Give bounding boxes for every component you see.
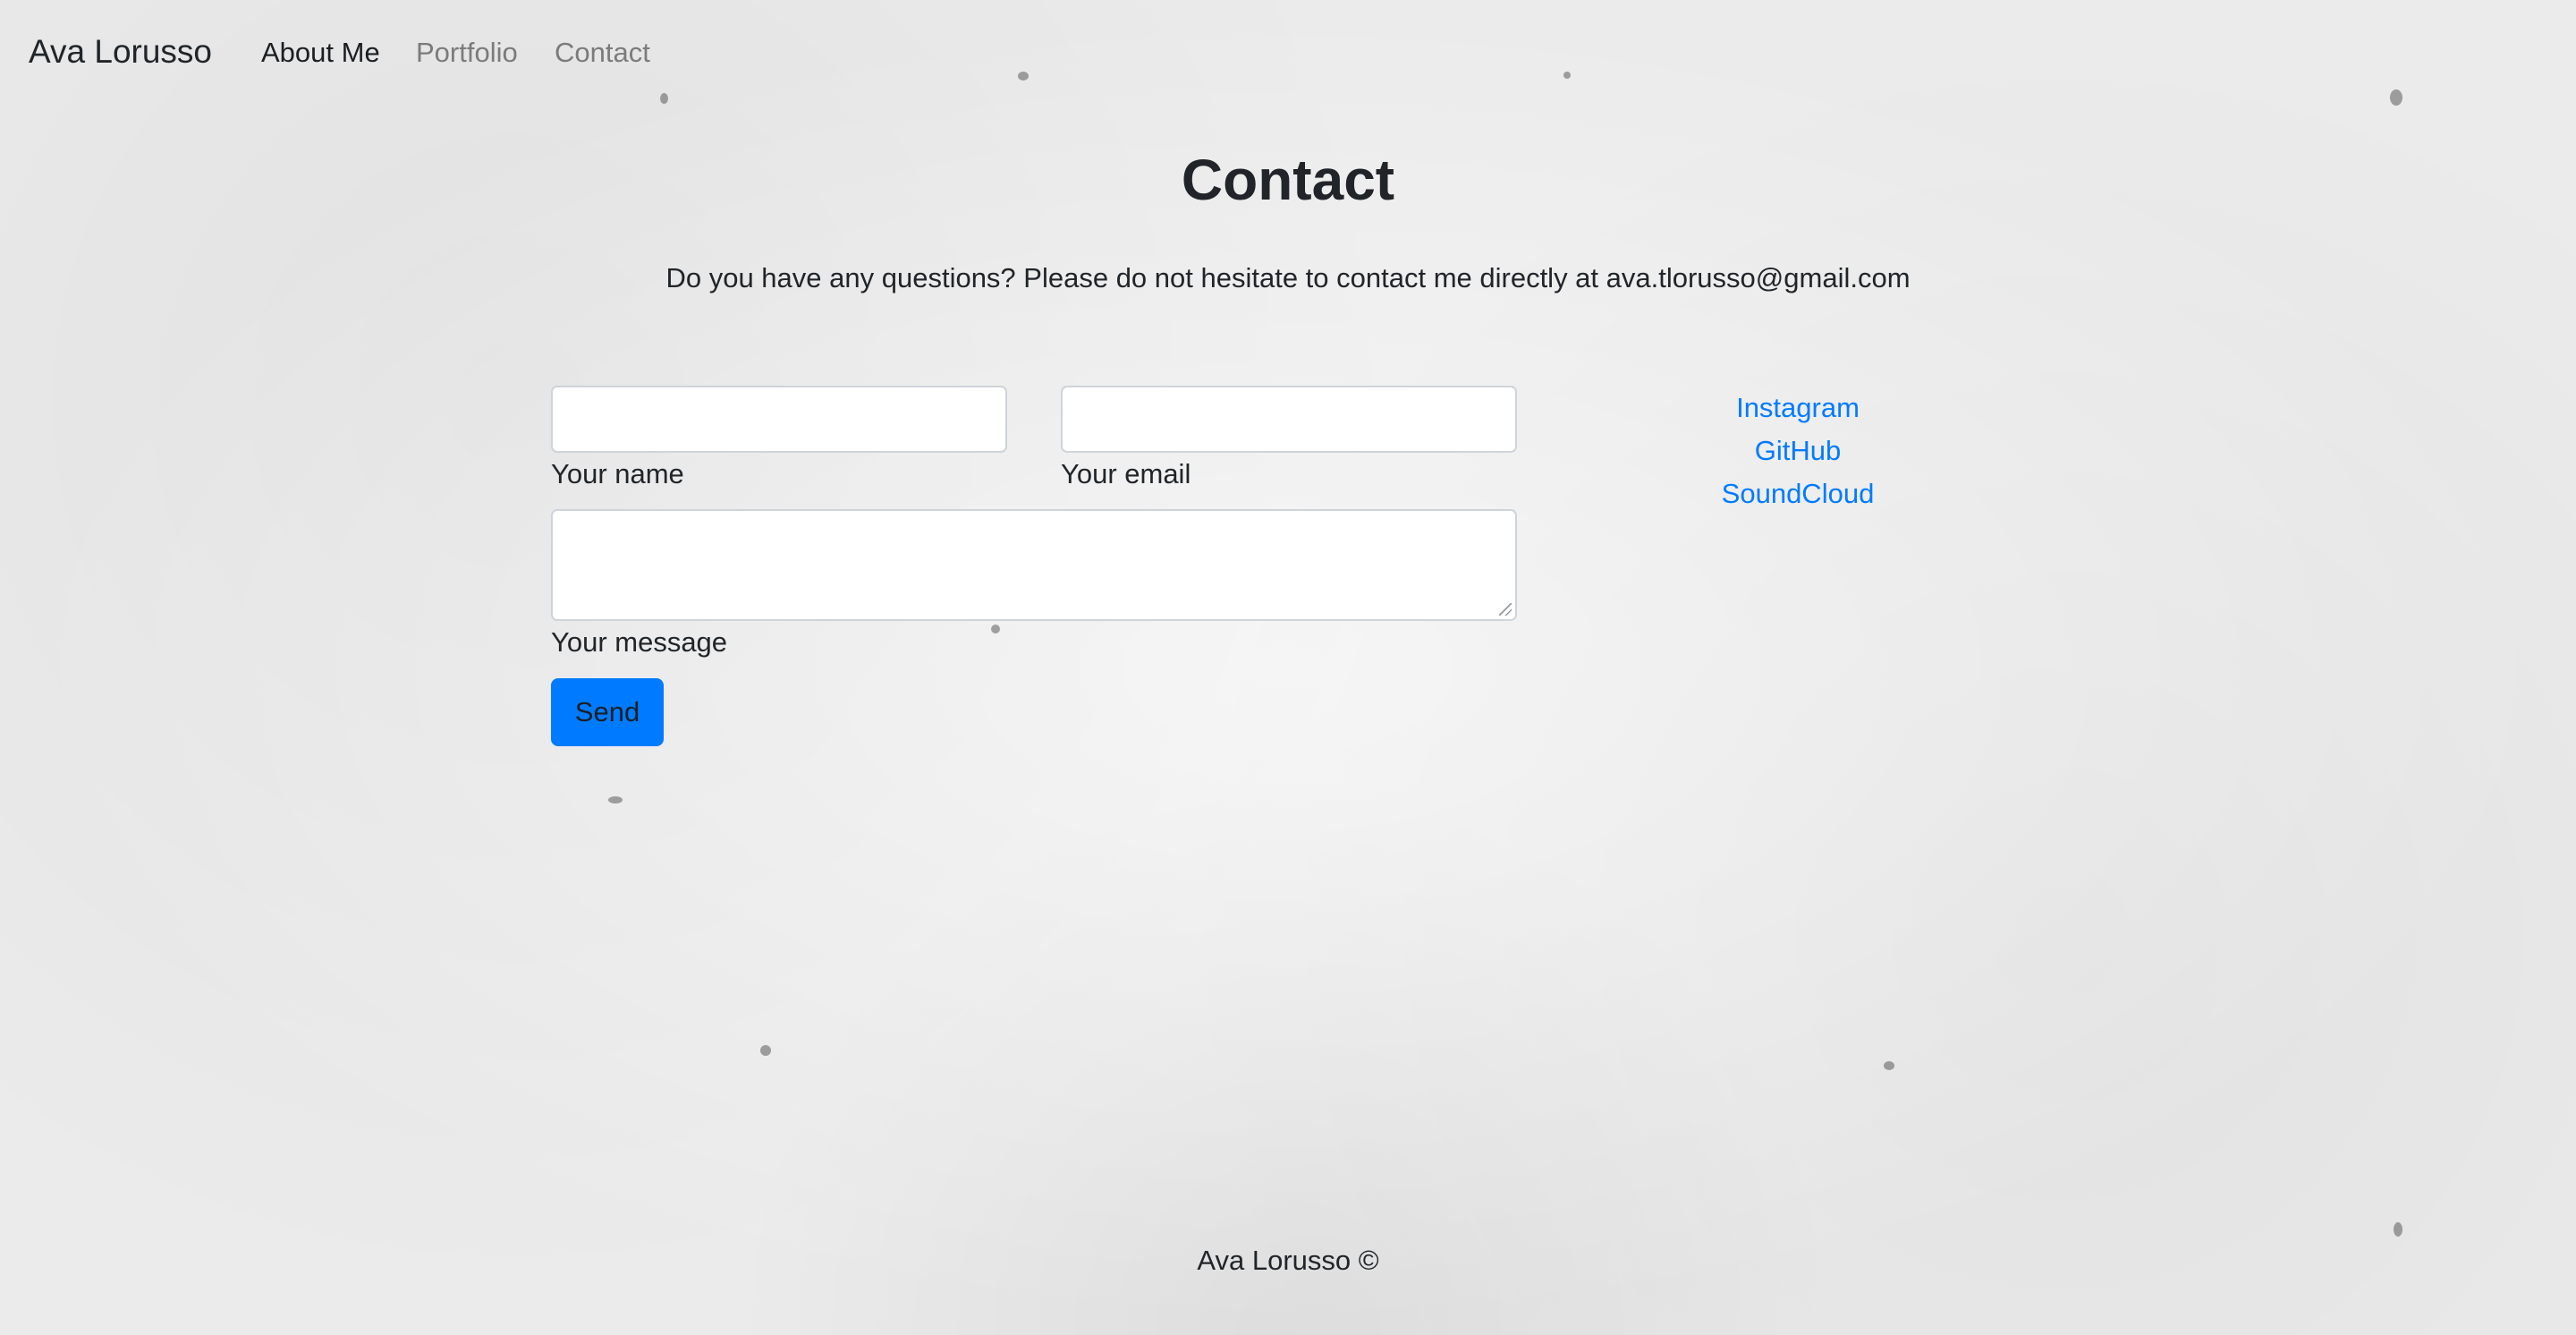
email-input[interactable] xyxy=(1061,386,1517,453)
name-input[interactable] xyxy=(551,386,1007,453)
soundcloud-link[interactable]: SoundCloud xyxy=(1664,472,1932,515)
page-title: Contact xyxy=(1181,148,1395,212)
social-links: Instagram GitHub SoundCloud xyxy=(1664,387,1932,515)
nav-link-contact[interactable]: Contact xyxy=(555,34,650,72)
texture-speck xyxy=(608,796,623,804)
navbar: Ava Lorusso About Me Portfolio Contact xyxy=(0,0,2576,104)
texture-speck xyxy=(991,625,1000,633)
nav-link-about-me[interactable]: About Me xyxy=(261,34,380,72)
resize-handle-icon[interactable] xyxy=(1499,603,1512,616)
github-link[interactable]: GitHub xyxy=(1664,429,1932,472)
message-label: Your message xyxy=(551,626,728,658)
texture-speck xyxy=(1884,1061,1894,1070)
texture-speck xyxy=(2394,1222,2402,1237)
email-label: Your email xyxy=(1061,458,1191,489)
brand-link[interactable]: Ava Lorusso xyxy=(29,30,212,73)
send-button[interactable]: Send xyxy=(551,678,664,746)
name-label: Your name xyxy=(551,458,684,489)
footer-text: Ava Lorusso © xyxy=(1197,1245,1379,1276)
message-textarea[interactable] xyxy=(551,509,1517,621)
intro-text: Do you have any questions? Please do not… xyxy=(665,262,1911,293)
nav-link-portfolio[interactable]: Portfolio xyxy=(416,34,518,72)
instagram-link[interactable]: Instagram xyxy=(1664,387,1932,429)
texture-speck xyxy=(760,1045,771,1056)
